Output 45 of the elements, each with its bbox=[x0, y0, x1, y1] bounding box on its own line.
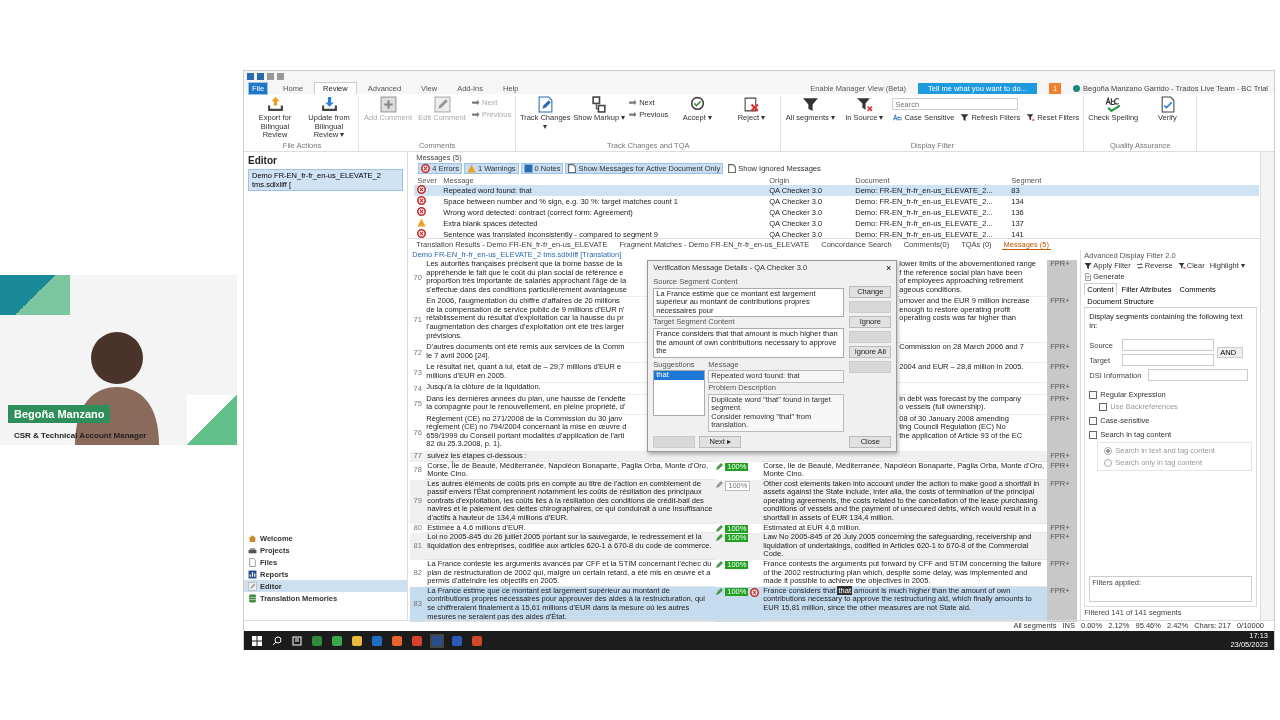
windows-start-button[interactable] bbox=[250, 633, 264, 648]
warning-icon bbox=[466, 164, 476, 173]
funnel-cross-icon bbox=[855, 96, 873, 113]
letters-icon bbox=[893, 113, 903, 122]
logo-shape bbox=[187, 395, 237, 445]
comment-plus-icon bbox=[379, 96, 397, 113]
document-pencil-icon bbox=[536, 96, 554, 113]
note-icon bbox=[523, 164, 533, 173]
house-icon bbox=[248, 533, 257, 543]
panel-title: Editor bbox=[247, 154, 278, 168]
segment-row[interactable] bbox=[410, 533, 1078, 561]
search-button[interactable] bbox=[270, 633, 284, 648]
bubble-check-icon bbox=[688, 96, 706, 113]
status-dot-icon bbox=[1073, 84, 1081, 92]
database-icon bbox=[248, 593, 257, 603]
error-icon bbox=[421, 164, 431, 173]
files-icon bbox=[248, 557, 257, 567]
presenter-name: Begoña Manzano bbox=[8, 405, 111, 423]
text-field[interactable] bbox=[1148, 369, 1249, 381]
tray-icon bbox=[248, 545, 257, 555]
pencil-icon bbox=[248, 581, 257, 591]
app-logo-icon bbox=[247, 73, 254, 80]
text-field[interactable] bbox=[1122, 354, 1215, 366]
document-icon bbox=[728, 164, 737, 173]
logo-shape bbox=[0, 275, 70, 315]
shapes-icon bbox=[590, 96, 608, 113]
document-cross-icon bbox=[742, 96, 760, 113]
task-view-button[interactable] bbox=[290, 633, 304, 648]
tray-download-icon bbox=[320, 96, 338, 113]
text-field[interactable] bbox=[1122, 339, 1215, 351]
document-icon bbox=[568, 164, 577, 173]
funnel-icon bbox=[960, 113, 970, 122]
funnel-cross-icon bbox=[1026, 113, 1036, 122]
funnel-cross-icon bbox=[1177, 261, 1186, 270]
document-icon bbox=[1084, 272, 1093, 281]
spellcheck-icon bbox=[1104, 96, 1122, 113]
segment-row[interactable] bbox=[410, 479, 1078, 524]
pencil-icon bbox=[433, 96, 451, 113]
close-button[interactable]: × bbox=[886, 264, 892, 273]
chart-icon bbox=[248, 569, 257, 579]
funnel-icon bbox=[1084, 261, 1093, 270]
pencil-icon bbox=[715, 587, 724, 596]
swap-icon bbox=[1135, 261, 1144, 270]
tray-upload-icon bbox=[266, 96, 284, 113]
funnel-icon bbox=[801, 96, 819, 113]
